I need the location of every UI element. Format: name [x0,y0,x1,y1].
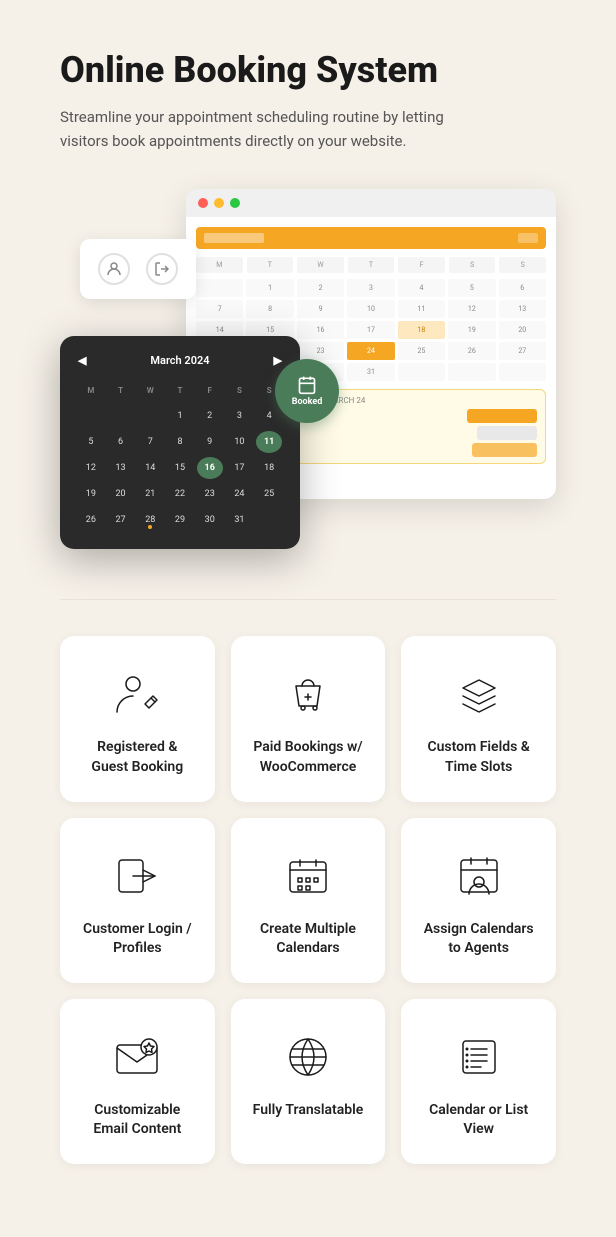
feature-label-fully-translatable: Fully Translatable [253,1101,364,1121]
feature-label-multiple-calendars: Create Multiple Calendars [249,920,368,959]
hero-section: M T W T F S S 123456 78910111213 1415161… [60,189,556,549]
feature-card-custom-fields: Custom Fields & Time Slots [401,636,556,801]
feature-card-fully-translatable: Fully Translatable [231,999,386,1164]
page-subtitle: Streamline your appointment scheduling r… [60,105,480,153]
login-panel [80,239,196,299]
logout-icon [146,253,178,285]
feature-card-paid-bookings: Paid Bookings w/ WooCommerce [231,636,386,801]
feature-card-customizable-email: Customizable Email Content [60,999,215,1164]
list-view-icon [451,1029,507,1085]
calendar-person-icon [451,848,507,904]
user-icon [98,253,130,285]
dark-cal-header: ◀ March 2024 ▶ [78,354,282,367]
browser-minimize-dot [214,198,224,208]
feature-label-customer-login: Customer Login / Profiles [78,920,197,959]
feature-label-assign-calendars: Assign Calendars to Agents [419,920,538,959]
feature-card-calendar-list-view: Calendar or List View [401,999,556,1164]
dark-cal-days: M T W T F S S 1 2 3 4 5 6 7 8 9 10 11 12… [78,379,282,531]
layers-icon [451,666,507,722]
cal-nav-row: M T W T F S S [196,257,546,273]
login-arrow-icon [109,848,165,904]
multi-calendar-icon [280,848,336,904]
page-title: Online Booking System [60,50,556,91]
feature-label-custom-fields: Custom Fields & Time Slots [419,738,538,777]
feature-card-customer-login: Customer Login / Profiles [60,818,215,983]
features-grid: Registered & Guest Booking Paid Bookings… [60,636,556,1164]
booked-badge: Booked [275,359,339,423]
shopping-bag-icon [280,666,336,722]
feature-label-paid-bookings: Paid Bookings w/ WooCommerce [249,738,368,777]
cal-header-bar [196,227,546,249]
section-divider [60,599,556,600]
feature-card-registered-guest-booking: Registered & Guest Booking [60,636,215,801]
browser-close-dot [198,198,208,208]
globe-icon [280,1029,336,1085]
feature-card-assign-calendars: Assign Calendars to Agents [401,818,556,983]
browser-topbar [186,189,556,217]
feature-label-registered-guest: Registered & Guest Booking [78,738,197,777]
dark-calendar: ◀ March 2024 ▶ M T W T F S S 1 2 3 4 5 6… [60,336,300,549]
browser-maximize-dot [230,198,240,208]
person-edit-icon [109,666,165,722]
feature-label-customizable-email: Customizable Email Content [78,1101,197,1140]
email-star-icon [109,1029,165,1085]
feature-card-multiple-calendars: Create Multiple Calendars [231,818,386,983]
feature-label-calendar-list-view: Calendar or List View [419,1101,538,1140]
